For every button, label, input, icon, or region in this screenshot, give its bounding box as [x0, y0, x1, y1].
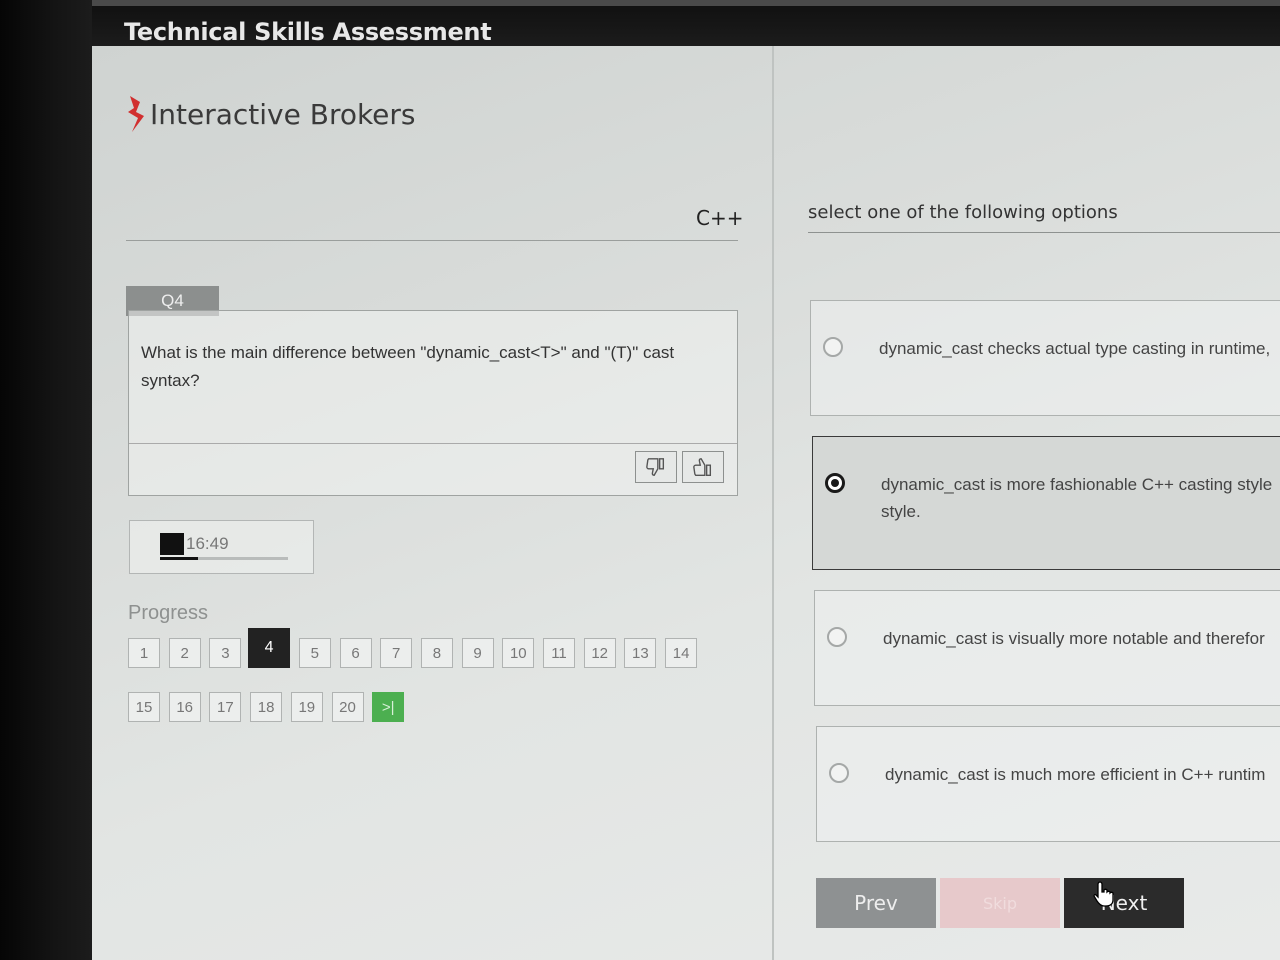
answer-option-2[interactable]: dynamic_cast is more fashionable C++ cas… — [812, 436, 1280, 570]
answer-text-4: dynamic_cast is much more efficient in C… — [885, 765, 1266, 784]
brand-logo-icon — [128, 96, 144, 132]
page-button-10[interactable]: 10 — [502, 638, 535, 668]
progress-label: Progress — [128, 602, 209, 624]
instruction-rule — [808, 232, 1280, 233]
page-button-7[interactable]: 7 — [380, 638, 413, 668]
page-button-2[interactable]: 2 — [168, 638, 201, 668]
question-separator — [129, 443, 737, 444]
thumbs-down-icon — [646, 458, 665, 476]
page-button-5[interactable]: 5 — [298, 638, 331, 668]
countdown-timer: 16:49 — [129, 520, 314, 574]
page-button-11[interactable]: 11 — [543, 638, 575, 668]
answer-option-1[interactable]: dynamic_cast checks actual type casting … — [810, 300, 1280, 416]
page-button-6[interactable]: 6 — [339, 638, 372, 668]
timer-value: 16:49 — [186, 534, 229, 553]
page-button-12[interactable]: 12 — [583, 638, 616, 668]
page-button-8[interactable]: 8 — [420, 638, 453, 668]
page-button-9[interactable]: 9 — [461, 638, 494, 668]
subject-label: C++ — [696, 206, 744, 230]
answer-radio-1[interactable] — [823, 337, 843, 357]
answer-radio-4[interactable] — [829, 763, 849, 783]
window-title: Technical Skills Assessment — [124, 18, 492, 46]
question-text: What is the main difference between "dyn… — [141, 343, 675, 390]
thumbs-up-icon — [693, 458, 712, 476]
answer-text-2: dynamic_cast is more fashionable C++ cas… — [881, 475, 1273, 521]
column-divider — [772, 46, 774, 960]
question-box: What is the main difference between "dyn… — [128, 310, 738, 496]
page-last-button[interactable]: >| — [372, 692, 405, 722]
page-button-20[interactable]: 20 — [331, 692, 364, 722]
page-button-13[interactable]: 13 — [624, 638, 657, 668]
thumbs-up-button[interactable] — [682, 451, 724, 483]
page-button-17[interactable]: 17 — [209, 692, 242, 722]
header-rule — [126, 240, 738, 241]
assessment-screen: Interactive Brokers C++ Q4 What is the m… — [92, 46, 1280, 960]
page-button-18[interactable]: 18 — [250, 692, 283, 722]
answer-text-1: dynamic_cast checks actual type casting … — [879, 339, 1271, 358]
answer-instruction: select one of the following options — [808, 202, 1118, 223]
answer-option-3[interactable]: dynamic_cast is visually more notable an… — [814, 590, 1280, 706]
prev-button[interactable]: Prev — [816, 878, 936, 928]
page-button-19[interactable]: 19 — [290, 692, 323, 722]
thumbs-down-button[interactable] — [635, 451, 677, 483]
page-button-1[interactable]: 1 — [128, 638, 160, 668]
brand-logo: Interactive Brokers — [124, 94, 416, 134]
page-button-3[interactable]: 3 — [209, 638, 242, 668]
brand-name: Interactive Brokers — [150, 97, 416, 131]
page-button-4[interactable]: 4 — [248, 628, 291, 668]
answer-option-4[interactable]: dynamic_cast is much more efficient in C… — [816, 726, 1280, 842]
answer-radio-3[interactable] — [827, 627, 847, 647]
page-button-14[interactable]: 14 — [665, 638, 698, 668]
timer-icon — [160, 533, 184, 555]
page-button-16[interactable]: 16 — [168, 692, 201, 722]
timer-bar — [160, 557, 288, 560]
timer-bar-fill — [160, 557, 199, 560]
answer-radio-2[interactable] — [825, 473, 845, 493]
next-button[interactable]: Next — [1064, 878, 1184, 928]
hand-cursor-icon — [1093, 881, 1114, 907]
answer-text-3: dynamic_cast is visually more notable an… — [883, 629, 1265, 648]
page-button-15[interactable]: 15 — [128, 692, 160, 722]
monitor-bezel — [0, 0, 92, 960]
skip-button[interactable]: Skip — [940, 878, 1060, 928]
